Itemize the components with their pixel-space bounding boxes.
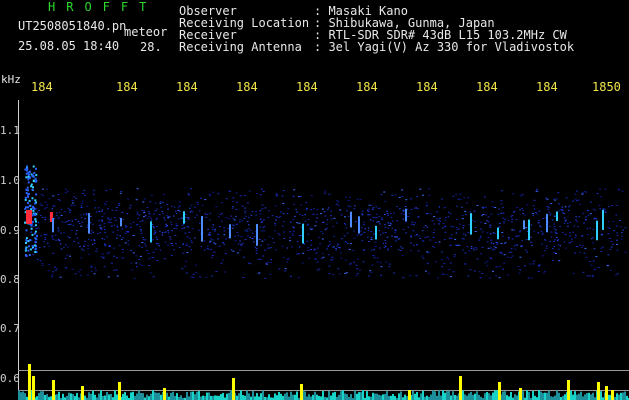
- spectrogram-canvas: [18, 165, 629, 400]
